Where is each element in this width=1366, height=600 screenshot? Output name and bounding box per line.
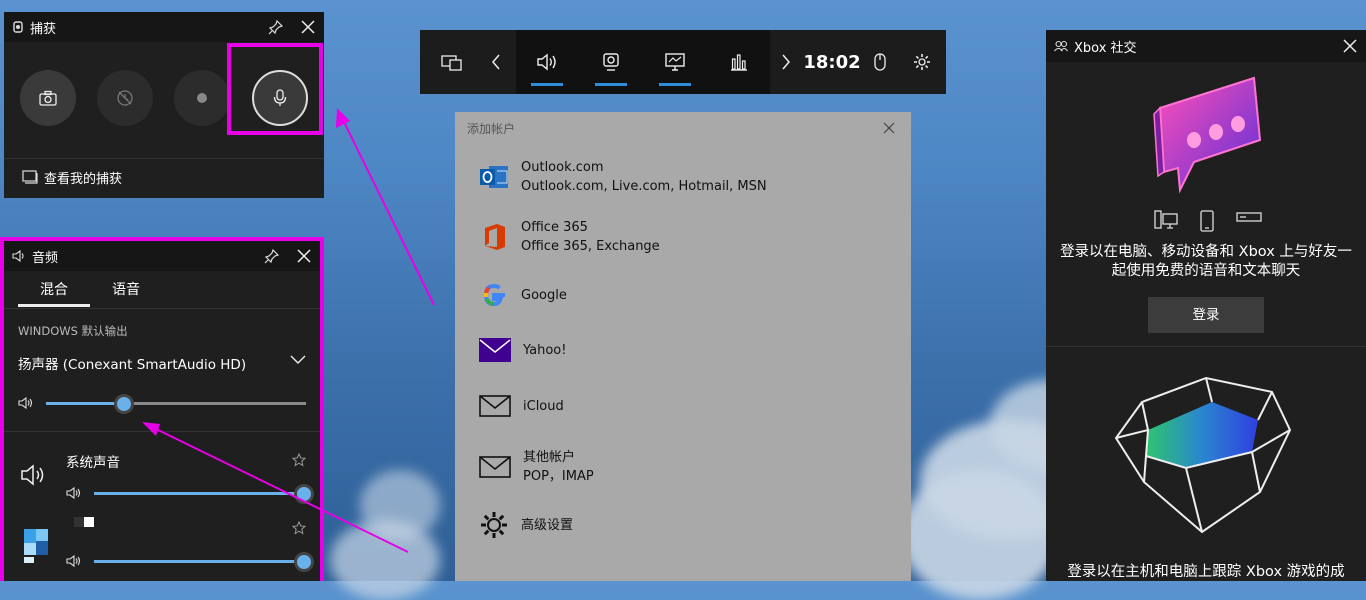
xbox-social-widget: Xbox 社交 登录以在电脑、移动设备和 Xbox 上与好友一起使用免费的语音和… <box>1046 30 1366 581</box>
capture-title-bar: 捕获 <box>4 12 324 42</box>
account-sub: Office 365, Exchange <box>521 239 660 254</box>
chat-bubble-illustration <box>1150 70 1266 196</box>
account-option-google[interactable]: Google <box>479 280 567 310</box>
close-icon[interactable] <box>1342 38 1358 54</box>
add-account-dialog: 添加帐户 Outlook.com Outlook.com, Live.com, … <box>455 112 911 581</box>
scroll-left-button[interactable] <box>484 30 508 94</box>
advanced-settings-option[interactable]: 高级设置 <box>479 510 573 540</box>
office365-icon <box>479 222 509 252</box>
capture-divider <box>4 158 324 159</box>
close-icon[interactable] <box>300 19 316 35</box>
account-name: Yahoo! <box>523 342 567 358</box>
pc-icon <box>1154 210 1178 232</box>
settings-button[interactable] <box>908 30 936 94</box>
dialog-title: 添加帐户 <box>467 122 516 136</box>
account-sub: POP，IMAP <box>523 469 594 484</box>
account-name: Outlook.com <box>521 160 604 175</box>
device-icons <box>1154 210 1262 232</box>
account-name: 其他帐户 <box>523 450 576 465</box>
screenshot-button[interactable] <box>20 70 76 126</box>
xbox-divider <box>1046 346 1366 347</box>
gear-icon <box>913 53 931 71</box>
yahoo-icon <box>479 338 511 362</box>
capture-icon <box>602 52 620 72</box>
account-name: Office 365 <box>521 220 588 235</box>
capture-icon <box>12 21 24 33</box>
account-option-office365[interactable]: Office 365 Office 365, Exchange <box>479 218 660 256</box>
scroll-right-button[interactable] <box>774 30 798 94</box>
mouse-settings-button[interactable] <box>868 30 892 94</box>
chevron-left-icon <box>491 54 501 70</box>
highlight-box-microphone <box>227 43 323 135</box>
account-sub: Outlook.com, Live.com, Hotmail, MSN <box>521 179 767 194</box>
outlook-icon <box>479 163 509 191</box>
pin-icon[interactable] <box>268 19 284 35</box>
account-option-yahoo[interactable]: Yahoo! <box>479 338 566 362</box>
game-bar-toolbar: 18:02 <box>420 30 946 94</box>
account-option-outlook[interactable]: Outlook.com Outlook.com, Live.com, Hotma… <box>479 158 767 196</box>
view-captures-link[interactable]: 查看我的捕获 <box>22 168 123 187</box>
signin-button[interactable]: 登录 <box>1148 297 1264 333</box>
gem-illustration <box>1112 372 1298 536</box>
close-icon[interactable] <box>883 122 895 134</box>
record-dot-icon <box>196 92 208 104</box>
monitor-icon <box>665 53 685 71</box>
gallery-icon <box>22 170 38 184</box>
arrow-to-microphone <box>336 108 435 306</box>
xbox-bottom-message: 登录以在主机和电脑上跟踪 Xbox 游戏的成 <box>1067 564 1345 580</box>
record-last-button[interactable] <box>97 70 153 126</box>
view-captures-label: 查看我的捕获 <box>44 171 123 187</box>
xbox-signin-message: 登录以在电脑、移动设备和 Xbox 上与好友一起使用免费的语音和文本聊天 <box>1060 244 1352 279</box>
widget-menu-icon <box>441 52 463 72</box>
record-last-icon <box>116 89 134 107</box>
xbox-title-bar: Xbox 社交 <box>1046 30 1366 62</box>
xbox-title: Xbox 社交 <box>1074 40 1137 56</box>
account-name: Google <box>521 287 567 303</box>
account-name: iCloud <box>523 398 564 414</box>
chevron-right-icon <box>781 54 791 70</box>
mobile-icon <box>1200 210 1214 232</box>
gear-icon <box>479 510 509 540</box>
monitor-active-underline <box>659 83 691 86</box>
capture-title: 捕获 <box>30 21 57 37</box>
performance-button[interactable] <box>722 30 756 94</box>
console-icon <box>1236 210 1262 232</box>
account-option-other[interactable]: 其他帐户 POP，IMAP <box>479 448 594 486</box>
audio-active-underline <box>531 83 563 86</box>
bar-chart-icon <box>730 53 748 71</box>
mail-icon <box>479 395 511 417</box>
friends-icon <box>1054 40 1068 52</box>
account-name: 高级设置 <box>521 517 574 533</box>
account-option-icloud[interactable]: iCloud <box>479 395 564 417</box>
speaker-icon <box>537 53 559 71</box>
mouse-icon <box>874 53 886 71</box>
widget-menu-button[interactable] <box>434 30 470 94</box>
capture-active-underline <box>595 83 627 86</box>
mail-icon <box>479 456 511 478</box>
clock: 18:02 <box>803 51 861 73</box>
highlight-box-audio <box>0 237 324 581</box>
start-recording-button[interactable] <box>174 70 230 126</box>
google-icon <box>479 280 509 310</box>
camera-icon <box>39 90 57 106</box>
